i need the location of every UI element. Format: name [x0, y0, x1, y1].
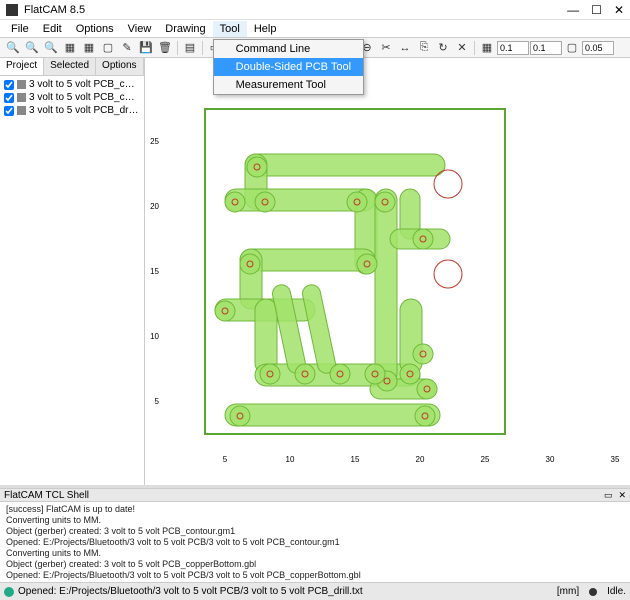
edit-geo-icon[interactable]: ✎: [118, 40, 136, 56]
menubar: File Edit Options View Drawing Tool Comm…: [0, 20, 630, 38]
project-check-1[interactable]: [4, 93, 14, 103]
status-ok-icon: [4, 587, 14, 597]
project-item-copper[interactable]: 3 volt to 5 volt PCB_copperBottom.gbl: [2, 91, 142, 104]
project-item-contour[interactable]: 3 volt to 5 volt PCB_contour.gm1: [2, 78, 142, 91]
replot-icon[interactable]: ▦: [80, 40, 98, 56]
menu-view[interactable]: View: [121, 21, 159, 37]
status-message: Opened: E:/Projects/Bluetooth/3 volt to …: [18, 586, 557, 597]
x-tick: 10: [286, 455, 295, 464]
shell-undock-icon[interactable]: ▭: [604, 490, 613, 501]
status-units: [mm]: [557, 586, 579, 597]
plot-svg: 25 20 15 10 5 5 10 15 20 25 30 35: [145, 58, 630, 485]
menu-drawing[interactable]: Drawing: [158, 21, 212, 37]
copper-layer: [215, 154, 450, 426]
toolbar-sep-3: [474, 41, 475, 55]
x-tick: 5: [223, 455, 228, 464]
tool-command-line[interactable]: Command Line: [214, 40, 363, 58]
gerber-icon: [17, 93, 26, 102]
tab-selected[interactable]: Selected: [44, 58, 96, 75]
grid-y-input[interactable]: [530, 41, 562, 55]
y-tick: 25: [150, 137, 159, 146]
close-button[interactable]: ✕: [614, 3, 624, 17]
project-label-1: 3 volt to 5 volt PCB_copperBottom.gbl: [29, 92, 140, 103]
menu-tool-label: Tool: [220, 23, 240, 35]
app-icon: [6, 4, 18, 16]
x-tick: 15: [351, 455, 360, 464]
tab-project[interactable]: Project: [0, 58, 44, 75]
zoom-out-icon[interactable]: 🔍: [42, 40, 60, 56]
left-tabs: Project Selected Options Tool: [0, 58, 144, 76]
delete-shape-icon[interactable]: ✕: [453, 40, 471, 56]
save-geo-icon[interactable]: 💾: [137, 40, 155, 56]
menu-options[interactable]: Options: [69, 21, 121, 37]
shell-title: FlatCAM TCL Shell: [4, 490, 604, 501]
shell-line: Opened: E:/Projects/Bluetooth/3 volt to …: [6, 570, 624, 581]
shell-output[interactable]: [success] FlatCAM is up to date! Convert…: [0, 502, 630, 582]
shell-line: [success] FlatCAM is up to date!: [6, 504, 624, 515]
grid-x-input[interactable]: [497, 41, 529, 55]
minimize-button[interactable]: —: [567, 3, 579, 17]
gerber-icon: [17, 80, 26, 89]
shell-close-icon[interactable]: ✕: [618, 490, 626, 501]
shell-line: Converting units to MM.: [6, 515, 624, 526]
shell-line: Object (gerber) created: 3 volt to 5 vol…: [6, 559, 624, 570]
tool-measurement[interactable]: Measurement Tool: [214, 76, 363, 94]
canvas[interactable]: 25 20 15 10 5 5 10 15 20 25 30 35: [145, 58, 630, 485]
move-icon[interactable]: ↔: [396, 40, 414, 56]
tool-dropdown: Command Line Double-Sided PCB Tool Measu…: [213, 39, 364, 95]
project-label-0: 3 volt to 5 volt PCB_contour.gm1: [29, 79, 140, 90]
x-tick: 35: [611, 455, 620, 464]
project-list: 3 volt to 5 volt PCB_contour.gm1 3 volt …: [0, 76, 144, 485]
x-tick: 30: [546, 455, 555, 464]
project-label-2: 3 volt to 5 volt PCB_drill.txt: [29, 105, 140, 116]
snap-dist-input[interactable]: [582, 41, 614, 55]
cut-path-icon[interactable]: ✂: [377, 40, 395, 56]
y-tick: 15: [150, 267, 159, 276]
clear-plot-icon[interactable]: ▦: [61, 40, 79, 56]
x-tick: 20: [416, 455, 425, 464]
app-title: FlatCAM 8.5: [24, 4, 567, 16]
y-tick: 20: [150, 202, 159, 211]
delete-icon[interactable]: 🗑: [156, 40, 174, 56]
zoom-in-icon[interactable]: 🔍: [23, 40, 41, 56]
shell-line: Opened: E:/Projects/Bluetooth/3 volt to …: [6, 537, 624, 548]
maximize-button[interactable]: ☐: [591, 3, 602, 17]
shell-line: Converting units to MM.: [6, 548, 624, 559]
project-item-drill[interactable]: 3 volt to 5 volt PCB_drill.txt: [2, 104, 142, 117]
copy-icon[interactable]: ⎘: [415, 40, 433, 56]
tab-options[interactable]: Options: [96, 58, 143, 75]
toolbar-sep-2: [202, 41, 203, 55]
statusbar: Opened: E:/Projects/Bluetooth/3 volt to …: [0, 582, 630, 600]
x-tick: 25: [481, 455, 490, 464]
menu-tool[interactable]: Tool Command Line Double-Sided PCB Tool …: [213, 21, 247, 37]
project-check-0[interactable]: [4, 80, 14, 90]
shell-line: Object (gerber) created: 3 volt to 5 vol…: [6, 526, 624, 537]
y-tick: 10: [150, 332, 159, 341]
corner-snap-icon[interactable]: ▢: [563, 40, 581, 56]
menu-edit[interactable]: Edit: [36, 21, 69, 37]
menu-file[interactable]: File: [4, 21, 36, 37]
status-state: Idle.: [607, 586, 626, 597]
shell-icon[interactable]: ▤: [181, 40, 199, 56]
shell-header: FlatCAM TCL Shell ▭ ✕: [0, 488, 630, 502]
menu-help[interactable]: Help: [247, 21, 284, 37]
status-idle-icon: [589, 588, 597, 596]
zoom-fit-icon[interactable]: 🔍: [4, 40, 22, 56]
new-geo-icon[interactable]: ▢: [99, 40, 117, 56]
excellon-icon: [17, 106, 26, 115]
y-tick: 5: [155, 397, 160, 406]
grid-snap-icon[interactable]: ▦: [478, 40, 496, 56]
toolbar-sep-1: [177, 41, 178, 55]
workspace: Project Selected Options Tool 3 volt to …: [0, 58, 630, 485]
project-check-2[interactable]: [4, 106, 14, 116]
titlebar: FlatCAM 8.5 — ☐ ✕: [0, 0, 630, 20]
left-panel: Project Selected Options Tool 3 volt to …: [0, 58, 145, 485]
rotate-icon[interactable]: ↻: [434, 40, 452, 56]
tool-double-sided-pcb[interactable]: Double-Sided PCB Tool: [214, 58, 363, 76]
